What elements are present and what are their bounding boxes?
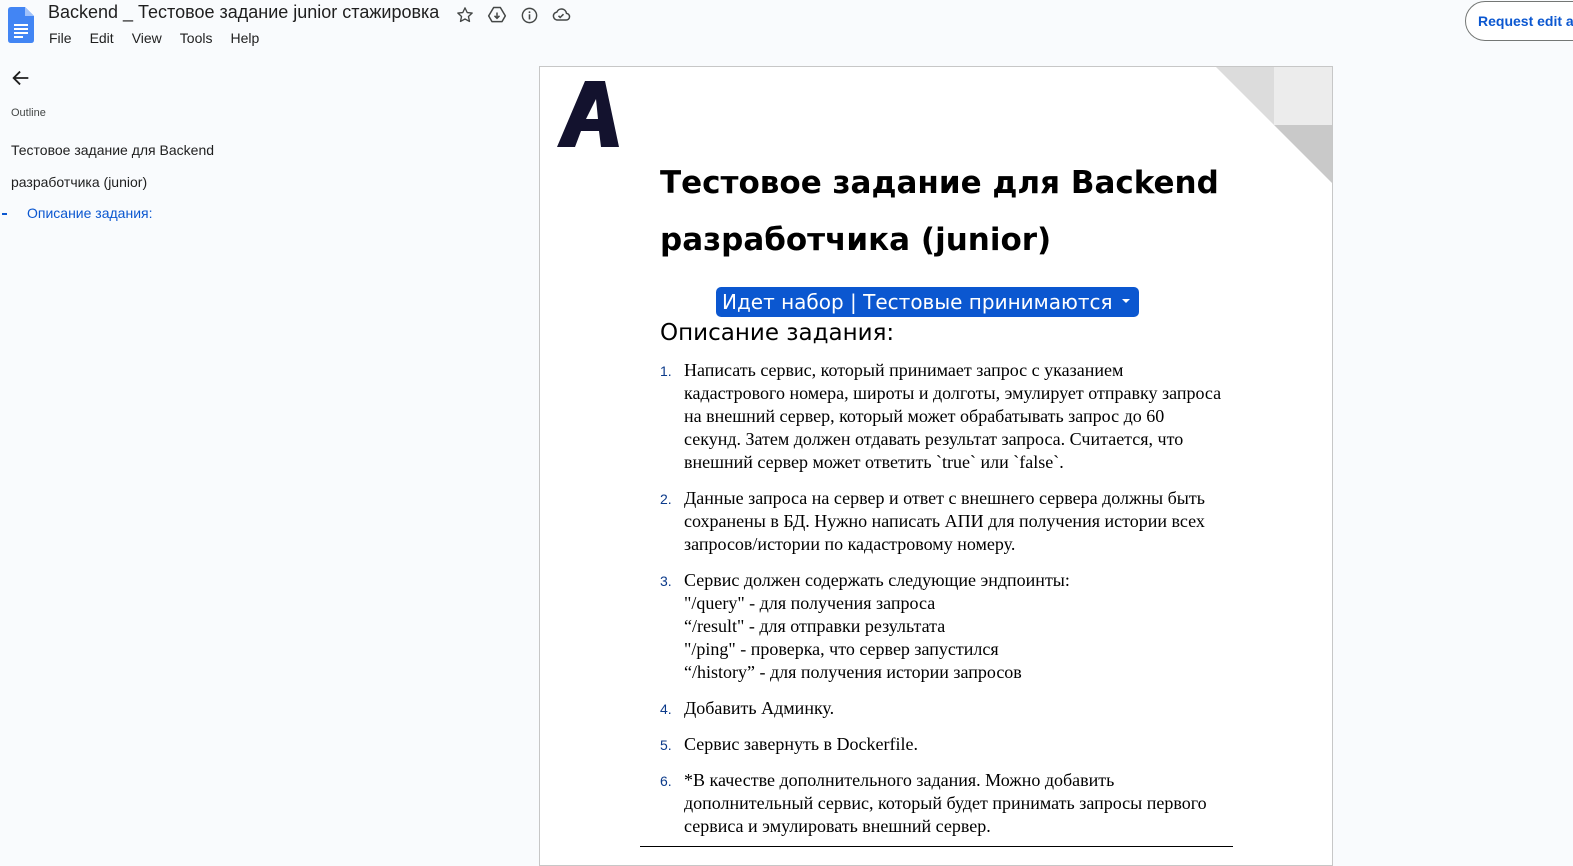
list-item-text: Данные запроса на сервер и ответ с внешн… bbox=[684, 488, 1205, 508]
menu-help[interactable]: Help bbox=[230, 30, 259, 46]
menu-bar: File Edit View Tools Help bbox=[49, 30, 277, 46]
status-chip-dropdown[interactable]: Идет набор | Тестовые принимаются bbox=[716, 287, 1139, 317]
request-edit-access-button[interactable]: Request edit access bbox=[1465, 1, 1573, 41]
menu-tools[interactable]: Tools bbox=[180, 30, 213, 46]
back-arrow-icon[interactable] bbox=[10, 67, 32, 89]
list-item-text: на внешний сервер, который может обрабат… bbox=[684, 406, 1165, 426]
endpoint-result: “/result" - для отправки результата bbox=[684, 616, 946, 636]
menu-edit[interactable]: Edit bbox=[90, 30, 114, 46]
task-list: 1. Написать сервис, который принимает за… bbox=[660, 359, 1250, 851]
outline-label: Outline bbox=[11, 107, 46, 119]
company-logo bbox=[557, 81, 619, 147]
horizontal-rule bbox=[640, 846, 1233, 847]
list-item: 6. *В качестве дополнительного задания. … bbox=[660, 769, 1250, 838]
list-item-text: внешний сервер может ответить `true` или… bbox=[684, 452, 1064, 472]
info-icon[interactable] bbox=[519, 5, 539, 25]
outline-active-indicator bbox=[2, 213, 7, 215]
list-item-text: секунд. Затем должен отдавать результат … bbox=[684, 429, 1184, 449]
list-item: 5. Сервис завернуть в Dockerfile. bbox=[660, 733, 1250, 756]
menu-file[interactable]: File bbox=[49, 30, 72, 46]
app-header: Backend _ Тестовое задание junior стажир… bbox=[0, 0, 1573, 56]
list-item: 1. Написать сервис, который принимает за… bbox=[660, 359, 1250, 474]
endpoint-query: "/query" - для получения запроса bbox=[684, 593, 936, 613]
google-docs-icon[interactable] bbox=[8, 7, 34, 43]
document-title[interactable]: Backend _ Тестовое задание junior стажир… bbox=[48, 2, 439, 23]
list-item-number: 5. bbox=[660, 737, 672, 753]
outline-item-description[interactable]: Описание задания: bbox=[27, 205, 153, 221]
outline-item-title-line-2[interactable]: разработчика (junior) bbox=[11, 174, 147, 190]
menu-view[interactable]: View bbox=[132, 30, 162, 46]
list-item-number: 1. bbox=[660, 363, 672, 379]
document-heading: Тестовое задание для Backend разработчик… bbox=[660, 155, 1280, 269]
section-heading: Описание задания: bbox=[660, 320, 895, 346]
list-item-text: Сервис завернуть в Dockerfile. bbox=[684, 734, 918, 754]
cloud-status-icon[interactable] bbox=[551, 5, 571, 25]
document-heading-line-1: Тестовое задание для Backend bbox=[660, 165, 1219, 201]
chevron-down-icon bbox=[1121, 299, 1130, 303]
list-item: 2. Данные запроса на сервер и ответ с вн… bbox=[660, 487, 1250, 556]
list-item-text: кадастрового номера, широты и долготы, э… bbox=[684, 383, 1222, 403]
title-icons bbox=[455, 5, 571, 25]
list-item: 4. Добавить Админку. bbox=[660, 697, 1250, 720]
list-item-text: сохранены в БД. Нужно написать АПИ для п… bbox=[684, 511, 1205, 531]
document-heading-line-2: разработчика (junior) bbox=[660, 222, 1052, 258]
list-item-text: дополнительный сервис, который будет при… bbox=[684, 793, 1207, 813]
list-item-text: запросов/истории по кадастровому номеру. bbox=[684, 534, 1016, 554]
list-item: 3. Сервис должен содержать следующие энд… bbox=[660, 569, 1250, 684]
endpoint-ping: "/ping" - проверка, что сервер запустилс… bbox=[684, 639, 999, 659]
endpoint-history: “/history” - для получения истории запро… bbox=[684, 662, 1022, 682]
list-item-number: 3. bbox=[660, 573, 672, 589]
list-item-text: *В качестве дополнительного задания. Мож… bbox=[684, 770, 1115, 790]
document-page[interactable]: Тестовое задание для Backend разработчик… bbox=[539, 66, 1333, 866]
list-item-text: Сервис должен содержать следующие эндпои… bbox=[684, 570, 1070, 590]
list-item-text: Добавить Админку. bbox=[684, 698, 835, 718]
list-item-text: сервиса и эмулировать внешний сервер. bbox=[684, 816, 991, 836]
list-item-text: Написать сервис, который принимает запро… bbox=[684, 360, 1124, 380]
list-item-number: 6. bbox=[660, 773, 672, 789]
outline-item-title-line-1[interactable]: Тестовое задание для Backend bbox=[11, 142, 214, 158]
star-icon[interactable] bbox=[455, 5, 475, 25]
move-to-drive-icon[interactable] bbox=[487, 5, 507, 25]
list-item-number: 2. bbox=[660, 491, 672, 507]
status-chip-label: Идет набор | Тестовые принимаются bbox=[722, 290, 1113, 314]
list-item-number: 4. bbox=[660, 701, 672, 717]
